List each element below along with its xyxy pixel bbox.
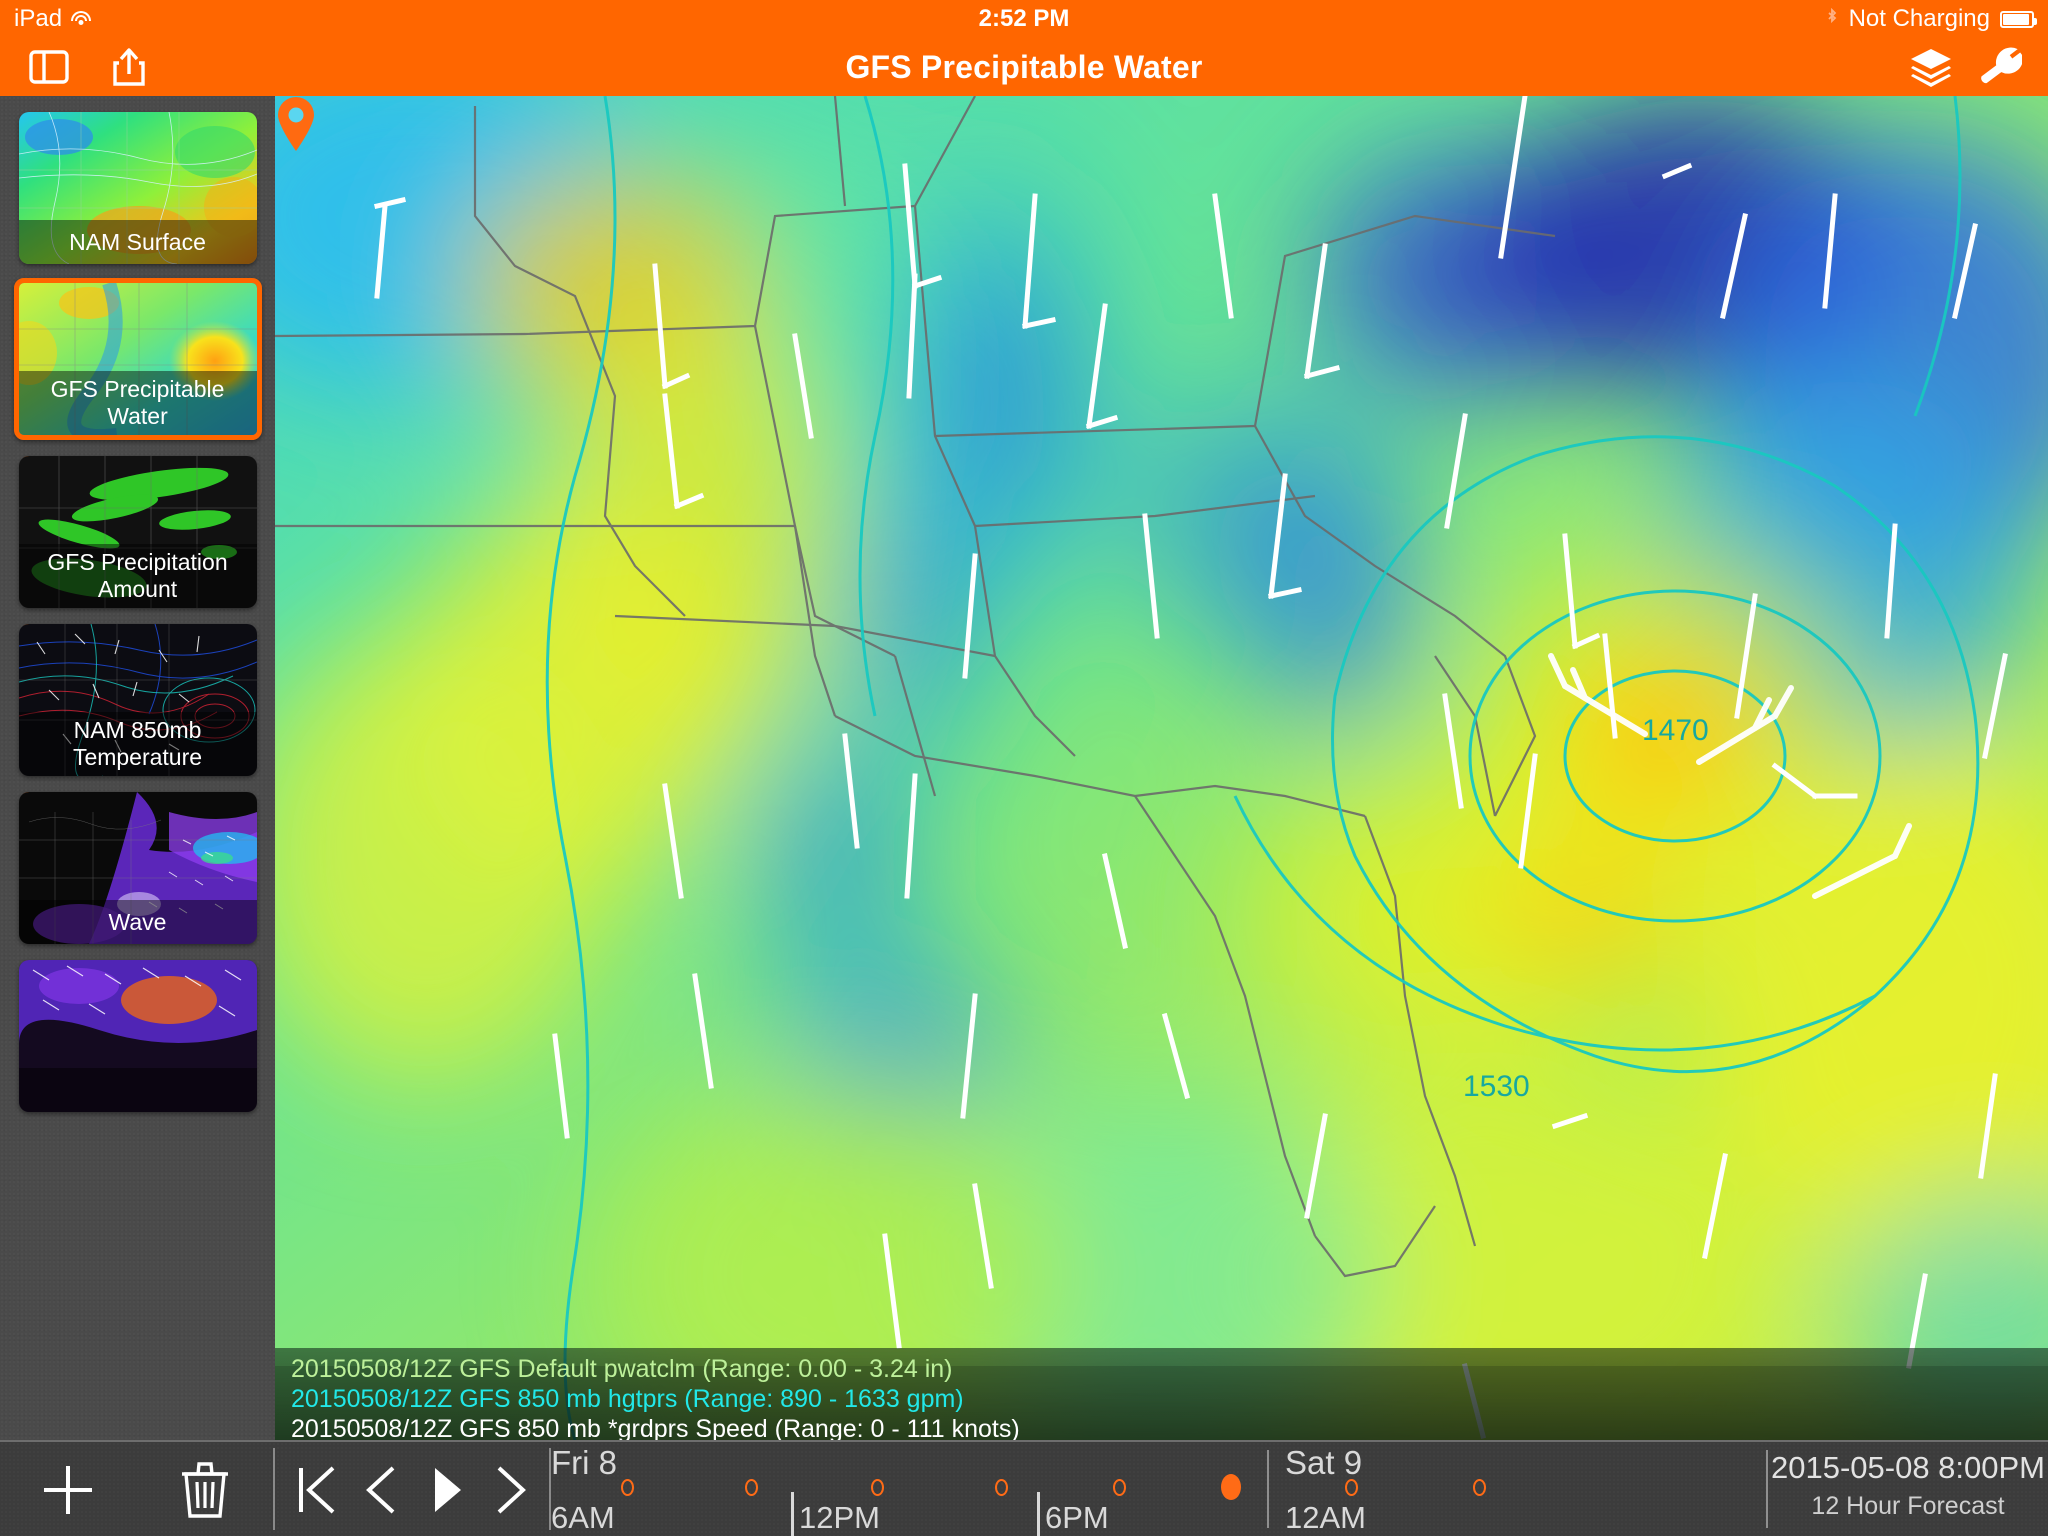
skip-to-start-button[interactable] — [291, 1464, 345, 1516]
timeline-time-6pm: 6PM — [1045, 1500, 1109, 1535]
sidebar-item-wave[interactable]: Wave — [18, 792, 257, 944]
skip-to-start-icon — [299, 1466, 335, 1514]
forecast-timeline[interactable]: Fri 8 6AM 12PM 6PM Sat 9 12AM — [545, 1442, 1768, 1536]
battery-icon — [2000, 10, 2037, 28]
layers-button[interactable] — [1902, 38, 1960, 96]
battery-state-label: Not Charging — [1848, 5, 1990, 32]
layers-icon — [1911, 49, 1951, 87]
timeline-step-dot[interactable] — [1113, 1479, 1126, 1496]
settings-wrench-button[interactable] — [1972, 38, 2030, 96]
sidebar-item-label: GFS Precipitation Amount — [18, 544, 257, 608]
sidebar-item-label: NAM 850mb Temperature — [18, 712, 257, 776]
sidebar-item-label — [18, 1068, 257, 1112]
timeline-step-dot[interactable] — [871, 1479, 884, 1496]
legend-line-hgtprs: 20150508/12Z GFS 850 mb hgtprs (Range: 8… — [291, 1385, 964, 1413]
playback-controls — [283, 1442, 551, 1536]
status-bar-right: Not Charging — [1825, 5, 2037, 33]
timeline-tick — [791, 1492, 794, 1536]
timeline-step-dot[interactable] — [745, 1479, 758, 1496]
contour-label-1530: 1530 — [1463, 1070, 1530, 1103]
bottom-toolbar: Fri 8 6AM 12PM 6PM Sat 9 12AM 2015-05-08… — [0, 1440, 2048, 1536]
sidebar-item-label: Wave — [18, 900, 257, 944]
step-forward-icon — [497, 1466, 526, 1514]
add-layer-button[interactable] — [40, 1462, 96, 1518]
page-title: GFS Precipitable Water — [845, 49, 1203, 85]
forecast-readout: 2015-05-08 8:00PM 12 Hour Forecast — [1768, 1442, 2048, 1536]
sidebar-item-gfs-precipitation-amount[interactable]: GFS Precipitation Amount — [18, 456, 257, 608]
toolbar-divider — [273, 1448, 275, 1530]
timeline-day2-label: Sat 9 — [1285, 1444, 1363, 1481]
app-root: iPad 2:52 PM Not Charging GFS Precipitab… — [0, 0, 2048, 1536]
sidebar-item-label: GFS Precipitable Water — [18, 371, 257, 435]
play-button[interactable] — [419, 1464, 473, 1516]
timeline-time-12am: 12AM — [1285, 1500, 1366, 1535]
sidebar-item-nam-850mb-temperature[interactable]: NAM 850mb Temperature — [18, 624, 257, 776]
legend-line-pwat: 20150508/12Z GFS Default pwatclm (Range:… — [291, 1355, 953, 1383]
timeline-step-dot[interactable] — [1345, 1479, 1358, 1496]
wrench-icon — [1981, 47, 2022, 84]
timeline-step-dot-active[interactable] — [1221, 1474, 1241, 1500]
step-forward-button[interactable] — [483, 1464, 537, 1516]
map-pin-icon[interactable] — [275, 96, 317, 152]
map-legend: 20150508/12Z GFS Default pwatclm (Range:… — [275, 1348, 2048, 1443]
timeline-time-12pm: 12PM — [799, 1500, 880, 1535]
delete-layer-button[interactable] — [180, 1460, 230, 1518]
forecast-datetime: 2015-05-08 8:00PM — [1770, 1450, 2046, 1485]
contour-label-1470: 1470 — [1642, 714, 1709, 747]
timeline-step-dot[interactable] — [995, 1479, 1008, 1496]
layer-list-sidebar[interactable]: NAM Surface GFS Precipitable Water GFS P… — [0, 96, 275, 1440]
timeline-day-divider — [1267, 1450, 1269, 1528]
sidebar-item-gfs-precipitable-water[interactable]: GFS Precipitable Water — [13, 278, 262, 440]
play-icon — [435, 1468, 461, 1512]
timeline-day1-label: Fri 8 — [551, 1444, 617, 1481]
sidebar-item-label: NAM Surface — [18, 220, 257, 264]
sidebar-item-nam-surface[interactable]: NAM Surface — [18, 112, 257, 264]
timeline-step-dot[interactable] — [621, 1479, 634, 1496]
timeline-time-6am: 6AM — [551, 1500, 615, 1535]
sidebar-item-partial[interactable] — [18, 960, 257, 1112]
forecast-interval: 12 Hour Forecast — [1811, 1492, 2005, 1520]
status-bar: iPad 2:52 PM Not Charging — [0, 0, 2048, 38]
trash-icon — [182, 1462, 228, 1518]
nav-bar: GFS Precipitable Water — [0, 38, 2048, 96]
step-backward-button[interactable] — [355, 1464, 409, 1516]
precipitable-water-field: 1470 1530 — [275, 96, 2048, 1440]
status-bar-clock: 2:52 PM — [978, 5, 1070, 32]
weather-map[interactable]: 1470 1530 — [275, 96, 2048, 1440]
bluetooth-icon — [1827, 8, 1836, 24]
bottom-left-actions — [0, 1442, 275, 1536]
timeline-tick — [1037, 1492, 1040, 1536]
plus-icon — [44, 1466, 92, 1514]
timeline-step-dot[interactable] — [1473, 1479, 1486, 1496]
step-backward-icon — [366, 1466, 395, 1514]
